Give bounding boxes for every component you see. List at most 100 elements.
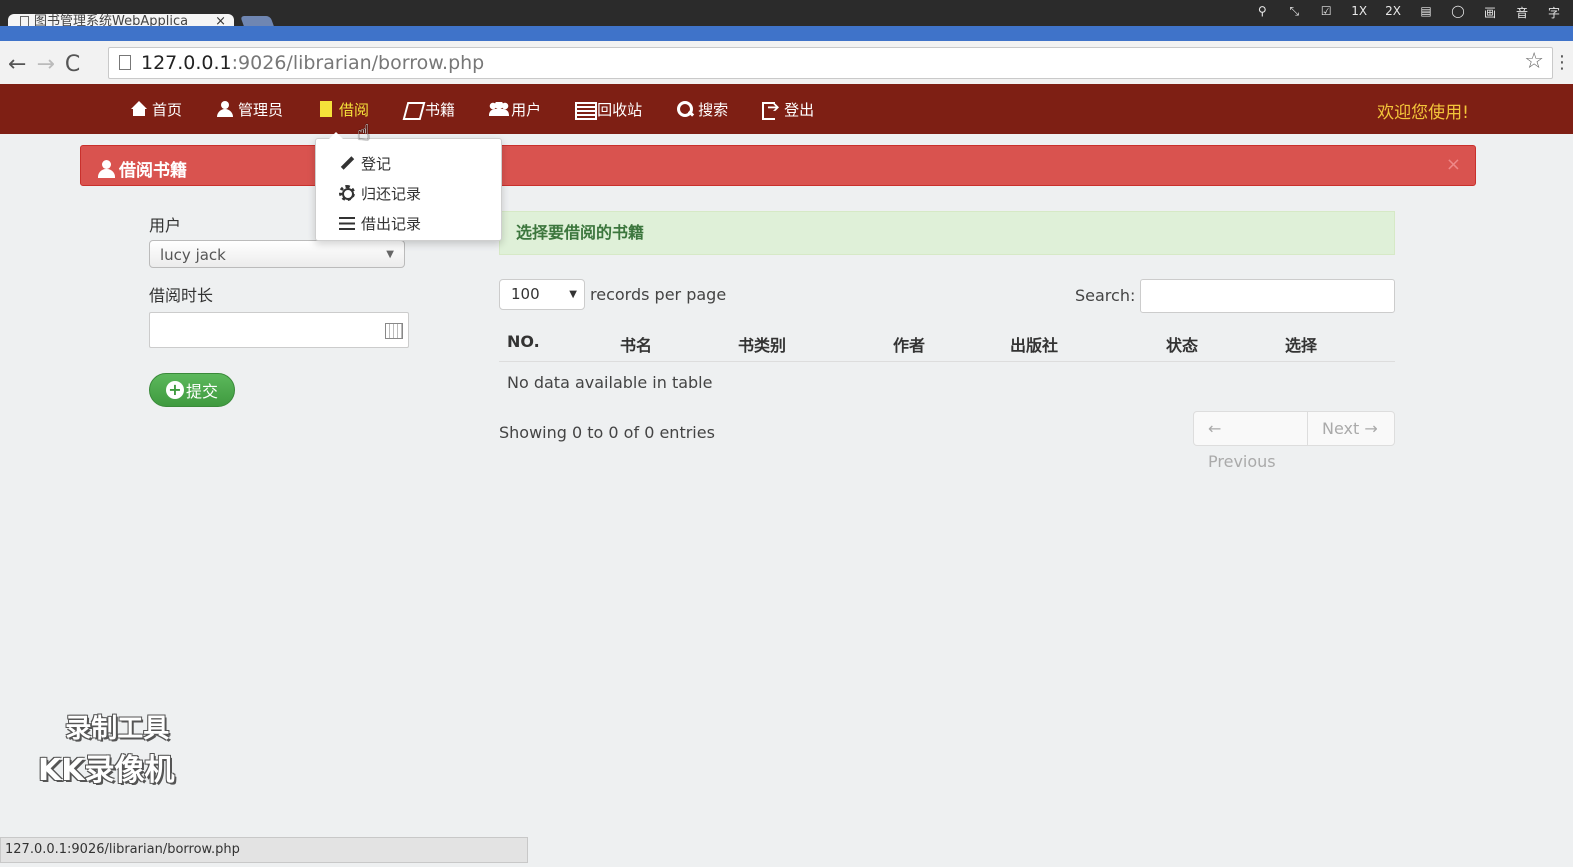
chevron-down-icon: ▼	[569, 289, 577, 300]
nav-item-label: 回收站	[597, 100, 643, 119]
dropdown-item-label: 借出记录	[361, 214, 422, 233]
status-bar-url: 127.0.0.1:9026/librarian/borrow.php	[0, 837, 528, 863]
nav-item-logout[interactable]: 登出	[762, 98, 815, 120]
edit-icon[interactable]: ☑	[1319, 4, 1333, 21]
reload-icon[interactable]: C	[65, 52, 80, 77]
users-icon	[489, 101, 510, 117]
dropdown-item-return-records[interactable]: 归还记录	[316, 178, 501, 208]
mouse-cursor-icon: ☝	[357, 121, 371, 146]
previous-button[interactable]: ← Previous	[1194, 412, 1308, 471]
zoom-1x-button[interactable]: 1X	[1351, 4, 1367, 21]
nav-item-admin[interactable]: 管理员	[216, 99, 283, 120]
watermark-line2: KK录像机	[38, 753, 175, 788]
select-book-alert: 选择要借阅的书籍	[499, 211, 1395, 255]
audio-button[interactable]: 音	[1515, 4, 1529, 21]
nav-item-label: 登出	[784, 100, 815, 119]
page-icon	[119, 55, 131, 70]
panel-close-icon[interactable]: ×	[1446, 154, 1461, 175]
page-length-select[interactable]: 100 ▼	[499, 279, 585, 310]
pin-icon[interactable]: ⚲	[1255, 4, 1269, 21]
pagination: ← Previous Next →	[1193, 411, 1395, 471]
plus-circle-icon: +	[165, 381, 184, 399]
nav-item-label: 管理员	[238, 100, 284, 119]
dropdown-item-label: 登记	[361, 154, 392, 173]
nav-item-label: 搜索	[698, 100, 729, 119]
url-path: :9026/librarian/borrow.php	[231, 52, 485, 74]
column-header-no[interactable]: NO.	[507, 332, 540, 351]
next-button[interactable]: Next →	[1308, 412, 1394, 445]
browser-menu-icon[interactable]: ⋮	[1553, 52, 1571, 73]
user-select[interactable]: lucy jack ▼	[149, 240, 405, 268]
url-host: 127.0.0.1	[141, 52, 232, 74]
browser-nav-buttons: ← → C	[8, 52, 80, 77]
borrow-dropdown-menu: 登记 归还记录 借出记录	[315, 132, 502, 241]
submit-button[interactable]: + 提交	[149, 373, 235, 407]
book-icon	[403, 101, 421, 117]
watermark-line1: 录制工具	[65, 714, 170, 744]
column-header-category[interactable]: 书类别	[738, 332, 786, 356]
app-navbar: 首页 管理员 借阅 书籍 用户 回收站 搜索 登出 欢迎您	[0, 84, 1573, 134]
calendar-icon[interactable]	[385, 323, 403, 339]
nav-item-label: 首页	[152, 100, 183, 119]
list-icon	[338, 215, 356, 231]
table-info: Showing 0 to 0 of 0 entries	[499, 423, 715, 442]
system-bar: 图书管理系统WebApplica × ⚲ ⤡ ☑ 1X 2X ▤ ◯ 画 音 字	[0, 0, 1573, 28]
table-empty-message: No data available in table	[507, 373, 713, 392]
new-tab-button[interactable]	[240, 16, 274, 26]
browser-chrome: ← → C 127.0.0.1:9026/librarian/borrow.ph…	[0, 26, 1573, 84]
column-header-status[interactable]: 状态	[1166, 332, 1198, 356]
user-select-value: lucy jack	[160, 246, 226, 264]
pencil-icon	[338, 155, 356, 171]
nav-item-home[interactable]: 首页	[130, 99, 182, 120]
nav-item-books[interactable]: 书籍	[403, 99, 455, 120]
text-button[interactable]: 字	[1547, 4, 1561, 21]
user-label: 用户	[149, 216, 182, 235]
dropdown-item-register[interactable]: 登记	[316, 148, 501, 178]
list-alt-icon	[575, 101, 598, 120]
page-length-value: 100	[511, 285, 540, 303]
records-per-page-text: records per page	[590, 285, 727, 304]
table-header: NO. 书名 书类别 作者 出版社 状态 选择	[499, 320, 1395, 362]
duration-label: 借阅时长	[149, 286, 214, 305]
search-input[interactable]	[1140, 279, 1395, 313]
expand-icon[interactable]: ⤡	[1287, 4, 1301, 21]
column-header-publisher[interactable]: 出版社	[1010, 332, 1058, 356]
nav-item-borrow[interactable]: 借阅	[317, 99, 369, 120]
welcome-text: 欢迎您使用!	[1377, 103, 1469, 123]
nav-item-label: 书籍	[425, 100, 456, 119]
nav-item-label: 用户	[511, 100, 542, 119]
address-bar[interactable]: 127.0.0.1:9026/librarian/borrow.php ☆	[108, 47, 1553, 79]
panel-header: 借阅书籍 ×	[80, 145, 1476, 186]
submit-label: 提交	[185, 382, 218, 401]
nav-item-search[interactable]: 搜索	[676, 99, 728, 120]
recorder-toolbar: ⚲ ⤡ ☑ 1X 2X ▤ ◯ 画 音 字	[1255, 4, 1561, 21]
bulb-icon[interactable]: ◯	[1451, 4, 1465, 21]
window-icon[interactable]: ▤	[1419, 4, 1433, 21]
search-icon	[676, 101, 694, 117]
home-icon	[130, 101, 148, 117]
nav-item-label: 借阅	[339, 100, 370, 119]
file-icon	[317, 101, 335, 117]
dropdown-item-lend-records[interactable]: 借出记录	[316, 208, 501, 238]
user-icon	[97, 159, 115, 178]
duration-date-input[interactable]	[149, 312, 409, 348]
sign-out-icon	[762, 98, 780, 120]
back-icon[interactable]: ←	[8, 52, 26, 77]
bookmark-star-icon[interactable]: ☆	[1524, 47, 1544, 77]
forward-icon[interactable]: →	[36, 52, 54, 77]
column-header-title[interactable]: 书名	[620, 332, 652, 356]
nav-menu: 首页 管理员 借阅 书籍 用户 回收站 搜索 登出	[130, 84, 848, 134]
chevron-down-icon: ▼	[386, 249, 394, 260]
user-icon	[216, 101, 234, 117]
nav-item-users[interactable]: 用户	[489, 99, 541, 120]
nav-item-recycle[interactable]: 回收站	[575, 99, 642, 120]
recorder-watermark: 录制工具 KK录像机	[38, 708, 175, 789]
panel-title-text: 借阅书籍	[119, 161, 187, 181]
dropdown-item-label: 归还记录	[361, 184, 422, 203]
search-label: Search:	[1075, 286, 1136, 305]
zoom-2x-button[interactable]: 2X	[1385, 4, 1401, 21]
draw-button[interactable]: 画	[1483, 4, 1497, 21]
panel-title: 借阅书籍	[97, 156, 187, 181]
column-header-select[interactable]: 选择	[1285, 332, 1317, 356]
column-header-author[interactable]: 作者	[893, 332, 925, 356]
